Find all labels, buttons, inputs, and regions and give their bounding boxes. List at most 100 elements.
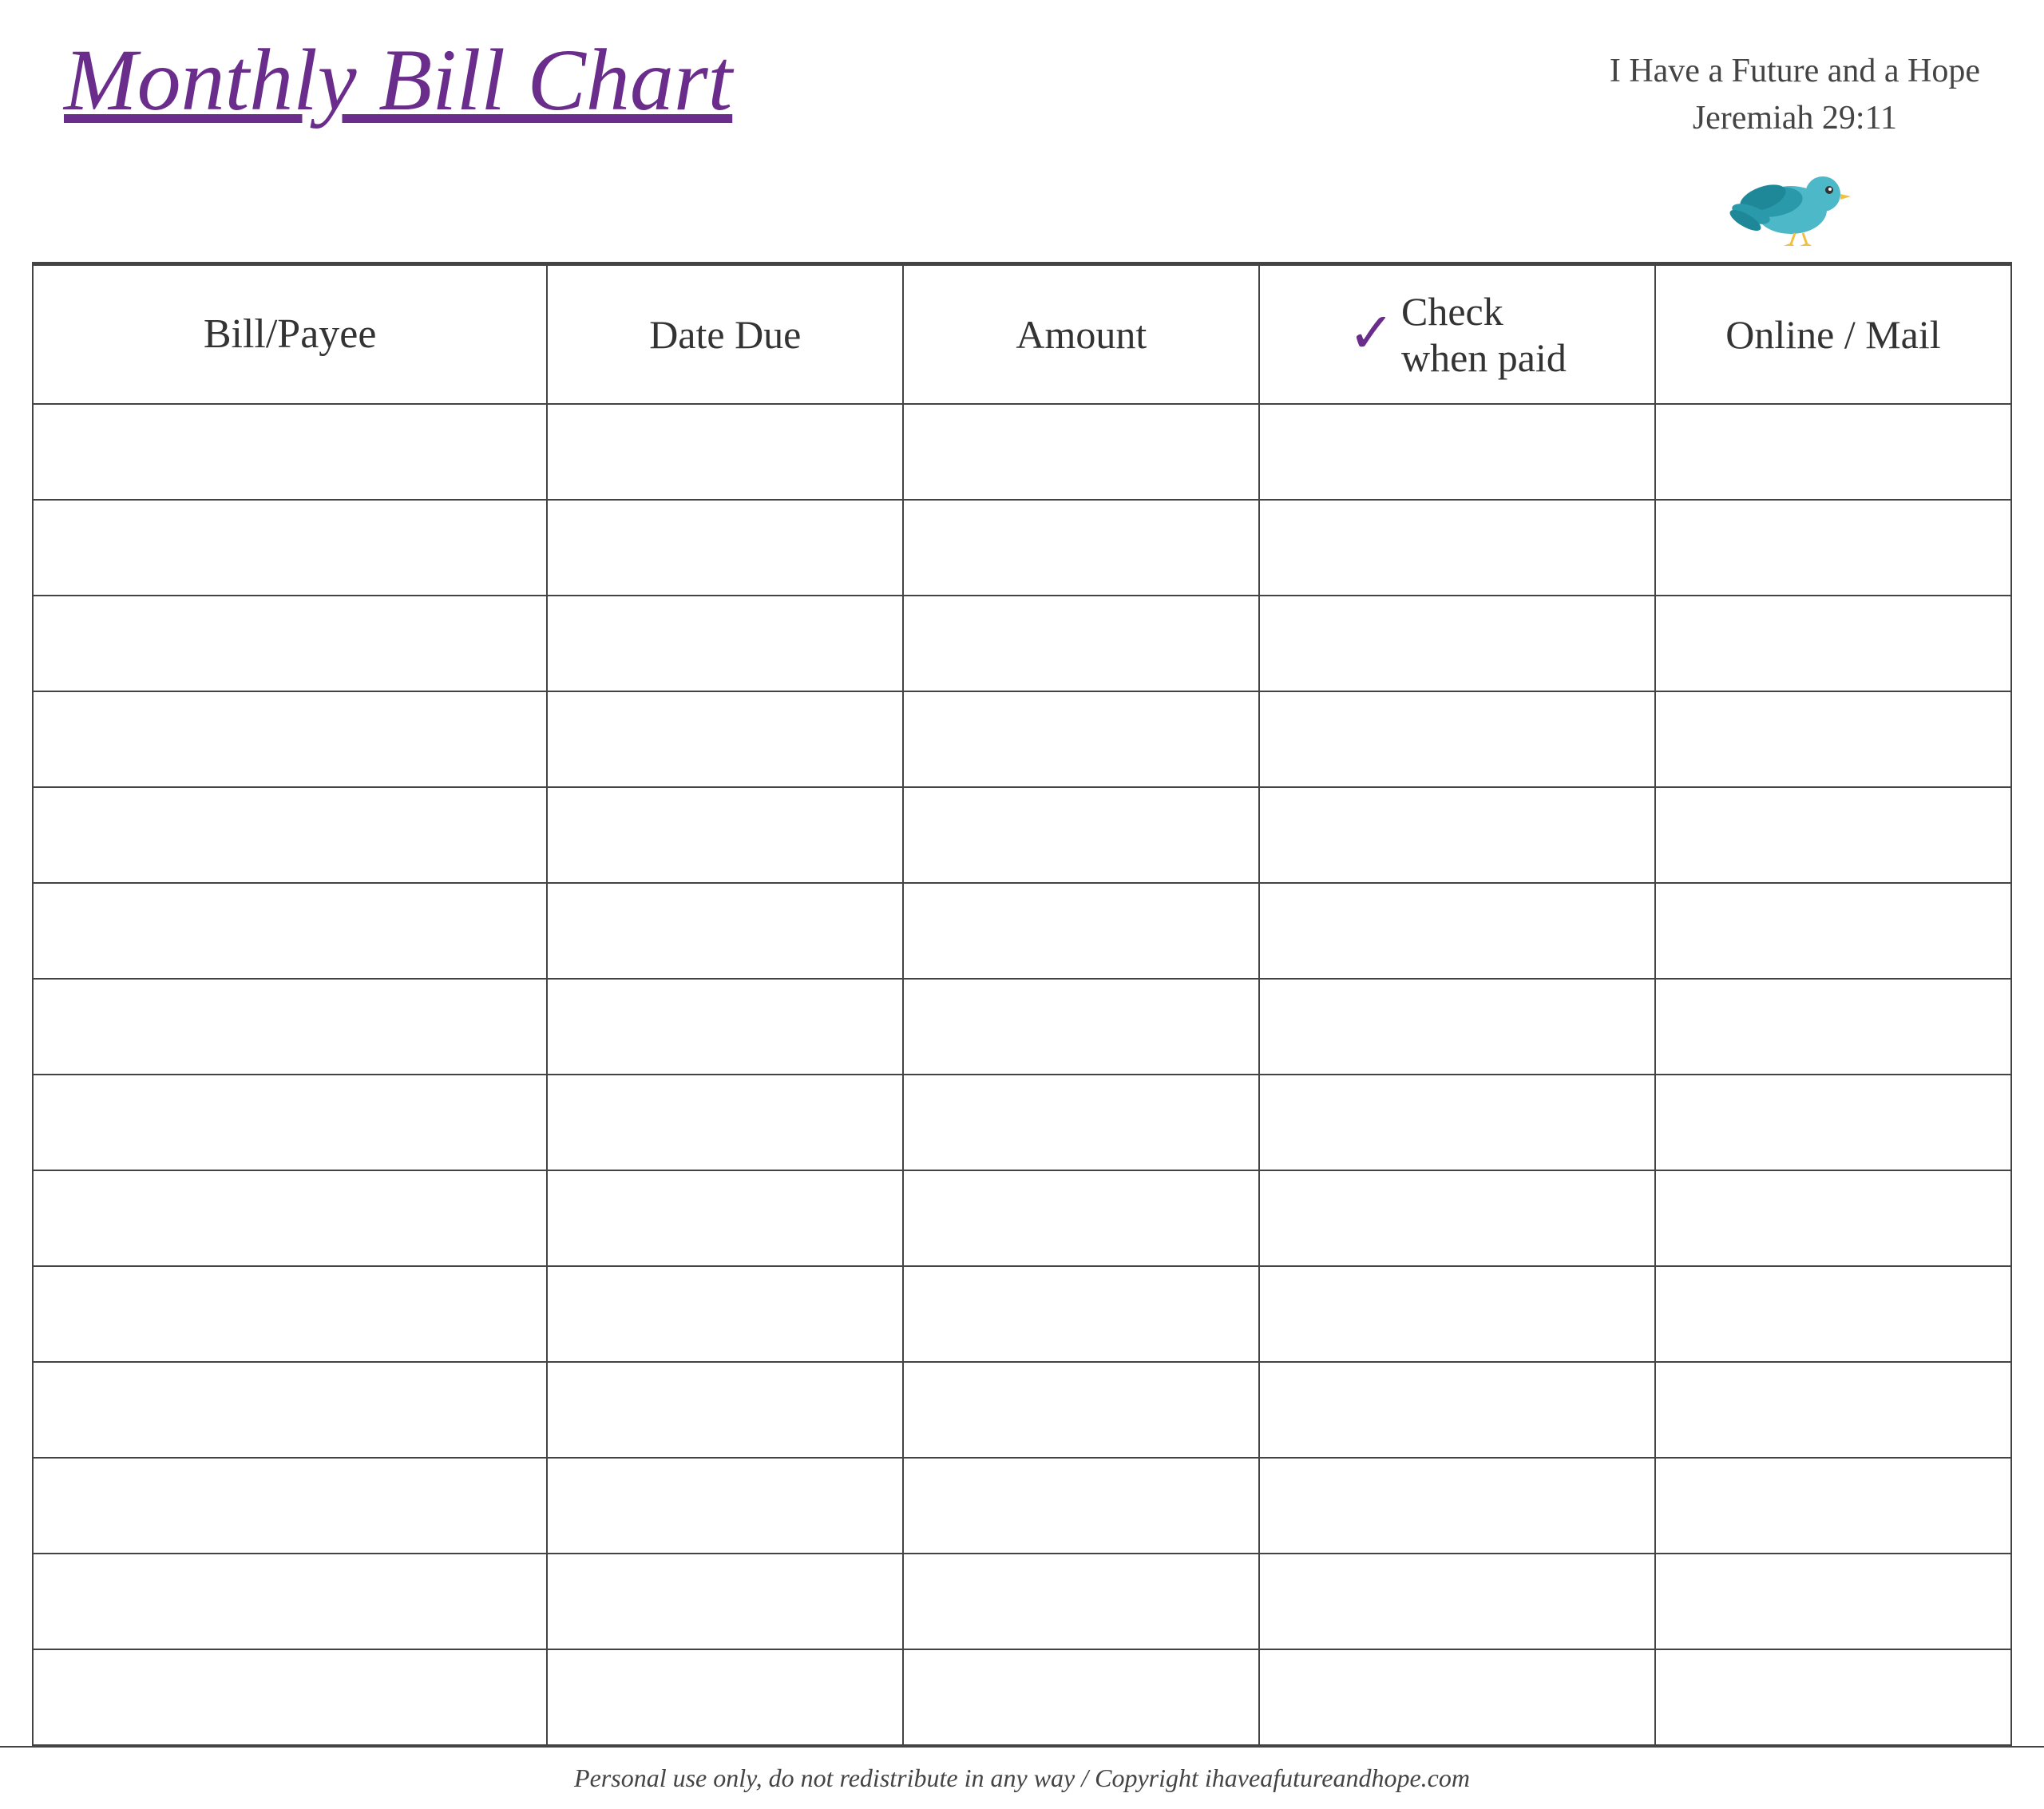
table-cell (547, 691, 903, 787)
table-cell (1655, 1075, 2011, 1170)
table-cell (33, 979, 547, 1075)
check-header-content: ✓ Check when paid (1276, 288, 1638, 381)
table-cell (1259, 1170, 1655, 1266)
table-cell (1259, 500, 1655, 596)
table-row (33, 1266, 2011, 1362)
table-cell (547, 979, 903, 1075)
col-header-check-when-paid: ✓ Check when paid (1259, 265, 1655, 404)
table-cell (547, 500, 903, 596)
table-cell (547, 1170, 903, 1266)
checkmark-icon: ✓ (1348, 307, 1395, 362)
table-cell (547, 1266, 903, 1362)
check-text: Check when paid (1401, 288, 1567, 381)
table-container: Bill/Payee Date Due Amount ✓ Check w (0, 264, 2044, 1746)
table-cell (33, 883, 547, 979)
table-cell (1655, 500, 2011, 596)
table-row (33, 787, 2011, 883)
table-cell (33, 1362, 547, 1458)
scripture-line2: Jeremiah 29:11 (1610, 95, 1980, 142)
title-block: Monthly Bill Chart (64, 32, 732, 129)
table-cell (33, 1075, 547, 1170)
table-cell (903, 1649, 1259, 1745)
table-cell (33, 596, 547, 691)
table-body (33, 404, 2011, 1745)
table-cell (903, 1266, 1259, 1362)
table-cell (547, 1458, 903, 1554)
table-row (33, 979, 2011, 1075)
table-cell (903, 979, 1259, 1075)
table-cell (1655, 596, 2011, 691)
table-cell (903, 1170, 1259, 1266)
table-cell (1259, 883, 1655, 979)
table-cell (1259, 1362, 1655, 1458)
table-row (33, 500, 2011, 596)
check-label-line2: when paid (1401, 334, 1567, 381)
table-cell (1259, 979, 1655, 1075)
page-container: Monthly Bill Chart I Have a Future and a… (0, 0, 2044, 1809)
table-cell (1655, 979, 2011, 1075)
table-row (33, 404, 2011, 500)
table-cell (547, 787, 903, 883)
table-row (33, 1170, 2011, 1266)
table-cell (903, 596, 1259, 691)
header-right: I Have a Future and a Hope Jeremiah 29:1… (1610, 48, 1980, 246)
table-cell (547, 1649, 903, 1745)
table-cell (1259, 1075, 1655, 1170)
table-cell (1259, 596, 1655, 691)
table-cell (547, 1362, 903, 1458)
table-cell (903, 1075, 1259, 1170)
col-header-online-mail: Online / Mail (1655, 265, 2011, 404)
footer-text: Personal use only, do not redistribute i… (32, 1763, 2012, 1793)
table-row (33, 1362, 2011, 1458)
table-cell (1259, 1458, 1655, 1554)
table-cell (1655, 787, 2011, 883)
table-row (33, 1458, 2011, 1554)
table-row (33, 691, 2011, 787)
table-cell (547, 1075, 903, 1170)
table-cell (903, 1362, 1259, 1458)
scripture-text: I Have a Future and a Hope Jeremiah 29:1… (1610, 48, 1980, 142)
table-row (33, 1075, 2011, 1170)
page-title: Monthly Bill Chart (64, 32, 732, 129)
table-cell (33, 500, 547, 596)
col-header-amount: Amount (903, 265, 1259, 404)
table-cell (1259, 404, 1655, 500)
header: Monthly Bill Chart I Have a Future and a… (0, 0, 2044, 262)
table-cell (1259, 1266, 1655, 1362)
table-cell (33, 787, 547, 883)
table-header-row: Bill/Payee Date Due Amount ✓ Check w (33, 265, 2011, 404)
footer: Personal use only, do not redistribute i… (0, 1746, 2044, 1809)
table-cell (33, 1170, 547, 1266)
scripture-line1: I Have a Future and a Hope (1610, 48, 1980, 95)
table-cell (1655, 1170, 2011, 1266)
table-row (33, 1649, 2011, 1745)
check-label-line1: Check (1401, 288, 1503, 334)
table-cell (1655, 1362, 2011, 1458)
table-cell (903, 500, 1259, 596)
table-cell (1655, 1649, 2011, 1745)
table-cell (1655, 1266, 2011, 1362)
table-cell (547, 404, 903, 500)
table-cell (903, 404, 1259, 500)
table-cell (903, 883, 1259, 979)
table-row (33, 883, 2011, 979)
table-cell (33, 404, 547, 500)
bird-icon (1723, 150, 1867, 246)
table-cell (33, 1458, 547, 1554)
table-cell (1259, 691, 1655, 787)
table-cell (1655, 691, 2011, 787)
col-header-bill-payee: Bill/Payee (33, 265, 547, 404)
table-cell (1259, 787, 1655, 883)
table-row (33, 596, 2011, 691)
table-cell (33, 1649, 547, 1745)
table-cell (1259, 1649, 1655, 1745)
table-cell (903, 691, 1259, 787)
table-cell (903, 787, 1259, 883)
table-cell (1655, 883, 2011, 979)
table-cell (1655, 404, 2011, 500)
table-cell (33, 691, 547, 787)
table-cell (1655, 1458, 2011, 1554)
table-cell (33, 1266, 547, 1362)
bill-chart-table: Bill/Payee Date Due Amount ✓ Check w (32, 264, 2012, 1746)
table-cell (903, 1458, 1259, 1554)
